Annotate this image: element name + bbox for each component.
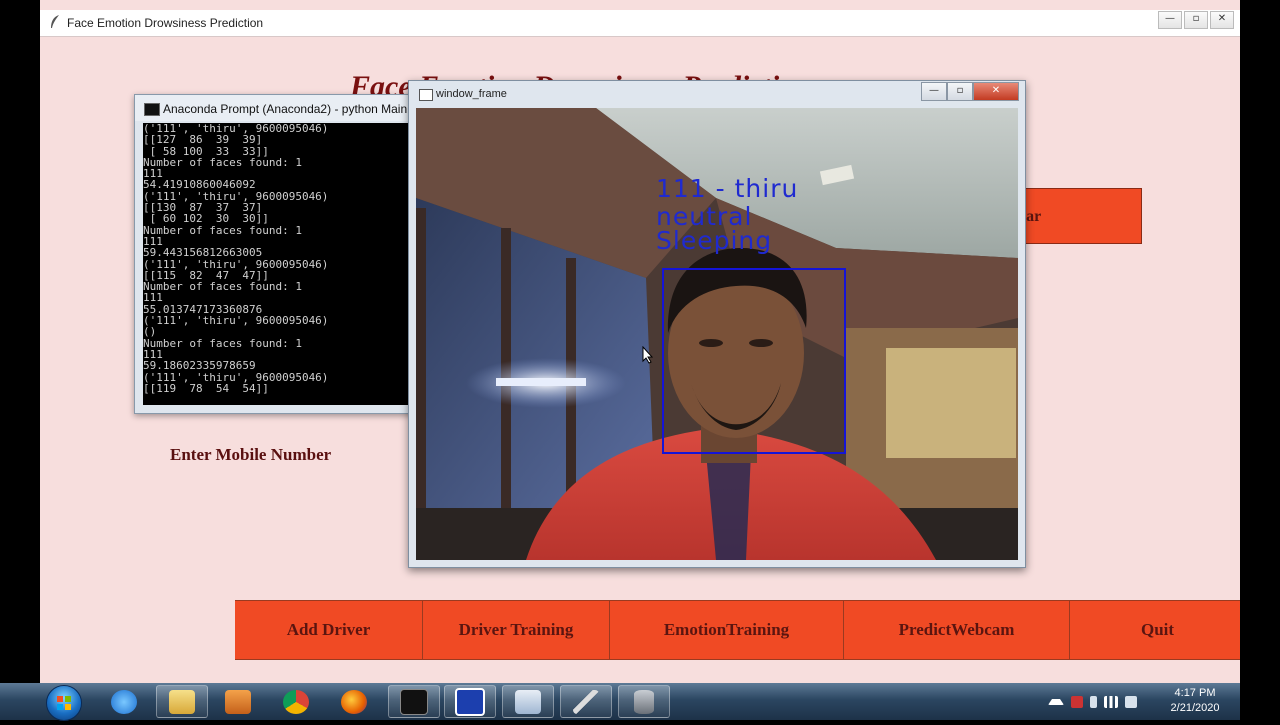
start-button[interactable]: [46, 685, 82, 721]
mobile-number-label: Enter Mobile Number: [170, 445, 332, 464]
frame-minimize-button[interactable]: —: [921, 82, 947, 101]
console-line: ('111', 'thiru', 9600095046): [143, 314, 329, 328]
console-line: [ 60 102 30 30]]: [143, 212, 269, 226]
main-window-title: Face Emotion Drowsiness Prediction: [67, 16, 264, 30]
taskbar-firefox-button[interactable]: [328, 685, 380, 718]
console-line: (): [143, 325, 157, 339]
show-hidden-icons-icon[interactable]: [1048, 699, 1064, 705]
console-line: [[119 78 54 54]]: [143, 381, 269, 395]
driver-training-button[interactable]: Driver Training: [423, 601, 610, 659]
console-line: Number of faces found: 1: [143, 280, 302, 294]
database-icon: [634, 689, 654, 714]
text-editor-icon: [515, 689, 541, 714]
frame-close-button[interactable]: ✕: [973, 82, 1019, 101]
main-maximize-button[interactable]: ▫: [1184, 11, 1208, 29]
taskbar-python-button[interactable]: [560, 685, 612, 718]
taskbar-window-button[interactable]: [444, 685, 496, 718]
taskbar-ie-button[interactable]: [98, 685, 150, 718]
taskbar-terminal-button[interactable]: [388, 685, 440, 718]
console-output[interactable]: ('111', 'thiru', 9600095046) [[127 86 39…: [143, 123, 423, 405]
firefox-icon: [341, 689, 367, 714]
overlay-id-name: 111 - thiru: [656, 174, 799, 203]
battery-icon[interactable]: [1090, 696, 1097, 708]
terminal-icon: [400, 688, 428, 715]
clock-date: 2/21/2020: [1170, 702, 1220, 714]
window-app-icon: [455, 687, 485, 716]
taskbar-editor-button[interactable]: [502, 685, 554, 718]
taskbar-explorer-button[interactable]: [156, 685, 208, 718]
console-titlebar[interactable]: Anaconda Prompt (Anaconda2) - python Mai…: [135, 95, 425, 121]
frame-titlebar[interactable]: window_frame — ▫ ✕: [409, 81, 1025, 107]
media-player-icon: [225, 689, 251, 714]
clear-button[interactable]: ear: [1018, 188, 1142, 244]
main-titlebar[interactable]: Face Emotion Drowsiness Prediction — ▫ ✕: [40, 10, 1240, 37]
taskbar-chrome-button[interactable]: [270, 685, 322, 718]
predict-webcam-button[interactable]: PredictWebcam: [844, 601, 1070, 659]
quit-button[interactable]: Quit: [1070, 601, 1240, 659]
taskbar-clock[interactable]: 4:17 PM 2/21/2020: [1160, 686, 1230, 716]
python-feather-icon: [573, 689, 599, 714]
frame-maximize-button[interactable]: ▫: [947, 82, 973, 101]
console-line: [[127 86 39 39]: [143, 133, 263, 147]
main-close-button[interactable]: ✕: [1210, 11, 1234, 29]
console-line: 59.443156812663005: [143, 246, 263, 260]
internet-explorer-icon: [111, 689, 137, 714]
main-minimize-button[interactable]: —: [1158, 11, 1182, 29]
bottom-button-bar: Add Driver Driver Training EmotionTraini…: [235, 600, 1240, 660]
network-signal-icon[interactable]: [1104, 696, 1118, 708]
system-tray: [1048, 694, 1154, 710]
console-line: Number of faces found: 1: [143, 336, 302, 350]
console-line: 59.18602335978659: [143, 359, 256, 373]
chrome-icon: [283, 689, 309, 714]
taskbar-database-button[interactable]: [618, 685, 670, 718]
action-center-icon[interactable]: [1071, 696, 1083, 708]
add-driver-button[interactable]: Add Driver: [235, 601, 423, 659]
console-title: Anaconda Prompt (Anaconda2) - python Mai…: [163, 102, 424, 116]
window-icon: [419, 89, 433, 101]
clock-time: 4:17 PM: [1174, 687, 1216, 699]
volume-icon[interactable]: [1125, 696, 1137, 708]
overlay-state: Sleeping: [656, 226, 773, 255]
face-detection-box: [662, 268, 846, 454]
frame-title: window_frame: [436, 88, 507, 100]
console-line: Number of faces found: 1: [143, 223, 302, 237]
terminal-icon: [144, 103, 160, 116]
webcam-feed: 111 - thiru neutral Sleeping: [416, 108, 1018, 560]
file-explorer-icon: [169, 689, 195, 714]
taskbar-media-button[interactable]: [212, 685, 264, 718]
emotion-training-button[interactable]: EmotionTraining: [610, 601, 844, 659]
webcam-frame-window[interactable]: window_frame — ▫ ✕ 111 - thiru neutral S…: [408, 80, 1026, 568]
anaconda-prompt-window[interactable]: Anaconda Prompt (Anaconda2) - python Mai…: [134, 94, 426, 414]
console-line: Number of faces found: 1: [143, 155, 302, 169]
feather-icon: [51, 15, 59, 28]
mouse-cursor-icon: [642, 346, 654, 364]
windows-logo-icon: [57, 696, 71, 710]
